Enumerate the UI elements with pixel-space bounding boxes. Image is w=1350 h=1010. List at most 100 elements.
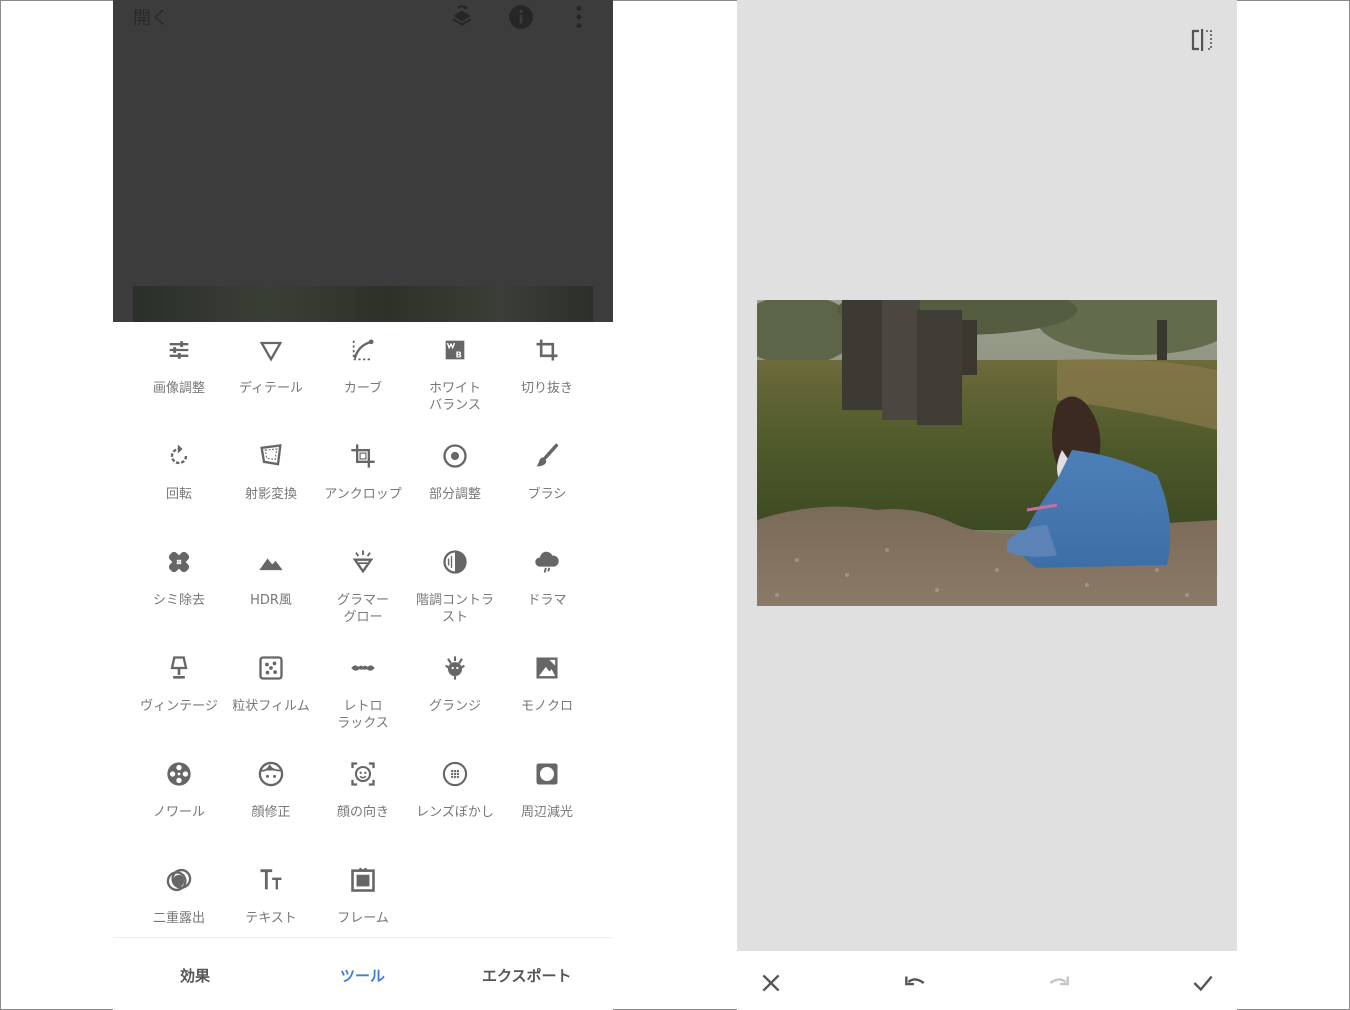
tool-item[interactable]: 切り抜き xyxy=(501,322,593,428)
edited-photo xyxy=(757,300,1217,606)
text-icon xyxy=(257,866,285,894)
tool-item[interactable]: ヴィンテージ xyxy=(133,640,225,746)
tool-item[interactable]: 周辺減光 xyxy=(501,746,593,852)
tool-label: 回転 xyxy=(165,487,192,502)
tool-item[interactable]: テキスト xyxy=(225,852,317,958)
tool-item[interactable]: ディテール xyxy=(225,322,317,428)
tool-label: ヴィンテージ xyxy=(140,699,218,714)
tool-label: ノワール xyxy=(152,805,205,820)
frame-icon xyxy=(349,866,377,894)
tool-label: 粒状フィルム xyxy=(232,699,310,714)
tab-export[interactable]: エクスポート xyxy=(482,965,572,986)
tool-item[interactable]: B ホワイト バランス xyxy=(409,322,501,428)
tool-item[interactable]: 階調コントラ スト xyxy=(409,534,501,640)
tab-tools[interactable]: ツール xyxy=(340,965,385,986)
tool-label: 周辺減光 xyxy=(520,805,573,820)
grunge-icon xyxy=(441,654,469,682)
tool-label: ブラシ xyxy=(527,487,567,502)
tool-item[interactable]: フレーム xyxy=(317,852,409,958)
check-icon[interactable] xyxy=(1190,970,1216,996)
retrolux-mustache-icon xyxy=(349,654,377,682)
tool-label: レンズぼかし xyxy=(416,805,494,820)
tool-item[interactable]: ブラシ xyxy=(501,428,593,534)
tools-screen: 開く 画像調整 ディテール カーブ B ホワイト バランス 切り抜き回転 射影変換 アンクロッ… xyxy=(113,0,613,1010)
rotate-icon xyxy=(165,442,193,470)
divider xyxy=(113,937,613,938)
tool-label: 二重露出 xyxy=(152,911,205,926)
tool-label: テキスト xyxy=(245,911,297,926)
tool-item[interactable]: HDR風 xyxy=(225,534,317,640)
tool-label: 画像調整 xyxy=(152,381,205,396)
curves-icon xyxy=(349,336,377,364)
vignette-icon xyxy=(533,760,561,788)
vintage-lamp-icon xyxy=(165,654,193,682)
tool-label: フレーム xyxy=(337,911,389,926)
hdr-mountain-icon xyxy=(257,548,285,576)
layers-undo-icon[interactable] xyxy=(449,4,475,30)
tool-item[interactable]: 回転 xyxy=(133,428,225,534)
expand-icon xyxy=(349,442,377,470)
tool-item[interactable]: レンズぼかし xyxy=(409,746,501,852)
more-vert-icon[interactable] xyxy=(566,4,592,30)
crop-icon xyxy=(533,336,561,364)
tool-item[interactable]: モノクロ xyxy=(501,640,593,746)
tab-effects[interactable]: 効果 xyxy=(180,965,210,986)
noir-film-reel-icon xyxy=(165,760,193,788)
tool-label: 階調コントラ スト xyxy=(415,593,494,625)
redo-icon xyxy=(1046,970,1072,996)
compare-split-icon[interactable] xyxy=(1189,28,1215,52)
tool-item[interactable]: 顔の向き xyxy=(317,746,409,852)
grainy-film-icon xyxy=(257,654,285,682)
glamour-glow-icon xyxy=(349,548,377,576)
tool-label: ドラマ xyxy=(527,593,567,608)
healing-icon xyxy=(165,548,193,576)
tool-label: ディテール xyxy=(238,381,304,396)
tool-item[interactable]: 顔修正 xyxy=(225,746,317,852)
tool-label: 切り抜き xyxy=(520,381,573,396)
tool-item[interactable]: 二重露出 xyxy=(133,852,225,958)
drama-cloud-icon xyxy=(533,548,561,576)
face-enhance-icon xyxy=(257,760,285,788)
tool-item[interactable]: ノワール xyxy=(133,746,225,852)
info-icon[interactable] xyxy=(508,4,534,30)
white-balance-icon: B xyxy=(441,336,469,364)
tool-label: グランジ xyxy=(428,699,481,714)
tonal-contrast-icon xyxy=(441,548,469,576)
tool-label: ホワイト バランス xyxy=(428,381,481,413)
tool-item[interactable]: 射影変換 xyxy=(225,428,317,534)
tool-label: アンクロップ xyxy=(324,487,402,502)
dimmed-photo xyxy=(133,286,593,322)
tool-item[interactable]: アンクロップ xyxy=(317,428,409,534)
dimmed-image-preview: 開く xyxy=(113,0,613,322)
tool-item[interactable]: カーブ xyxy=(317,322,409,428)
perspective-icon xyxy=(257,442,285,470)
tool-item[interactable]: ドラマ xyxy=(501,534,593,640)
brush-icon xyxy=(533,442,561,470)
edit-screen xyxy=(737,0,1237,1010)
tool-label: レトロ ラックス xyxy=(337,699,389,731)
undo-icon[interactable] xyxy=(902,970,928,996)
tune-icon xyxy=(165,336,193,364)
close-icon[interactable] xyxy=(758,970,784,996)
selective-icon xyxy=(441,442,469,470)
tool-label: シミ除去 xyxy=(152,593,205,608)
head-pose-icon xyxy=(349,760,377,788)
tool-item[interactable]: 粒状フィルム xyxy=(225,640,317,746)
svg-text:B: B xyxy=(456,350,462,360)
tool-item[interactable]: グラマー グロー xyxy=(317,534,409,640)
image-canvas xyxy=(737,0,1237,951)
tool-item[interactable]: グランジ xyxy=(409,640,501,746)
tool-item[interactable]: 部分調整 xyxy=(409,428,501,534)
tool-label: 部分調整 xyxy=(428,487,481,502)
tool-item[interactable]: 画像調整 xyxy=(133,322,225,428)
tool-label: モノクロ xyxy=(520,699,573,714)
open-button[interactable]: 開く xyxy=(133,4,169,30)
tool-label: 顔の向き xyxy=(336,805,389,820)
black-white-icon xyxy=(533,654,561,682)
double-exposure-icon xyxy=(165,866,193,894)
tool-label: HDR風 xyxy=(250,593,292,608)
tool-label: グラマー グロー xyxy=(336,593,389,625)
tool-item[interactable]: レトロ ラックス xyxy=(317,640,409,746)
details-triangle-icon xyxy=(257,336,285,364)
tool-item[interactable]: シミ除去 xyxy=(133,534,225,640)
